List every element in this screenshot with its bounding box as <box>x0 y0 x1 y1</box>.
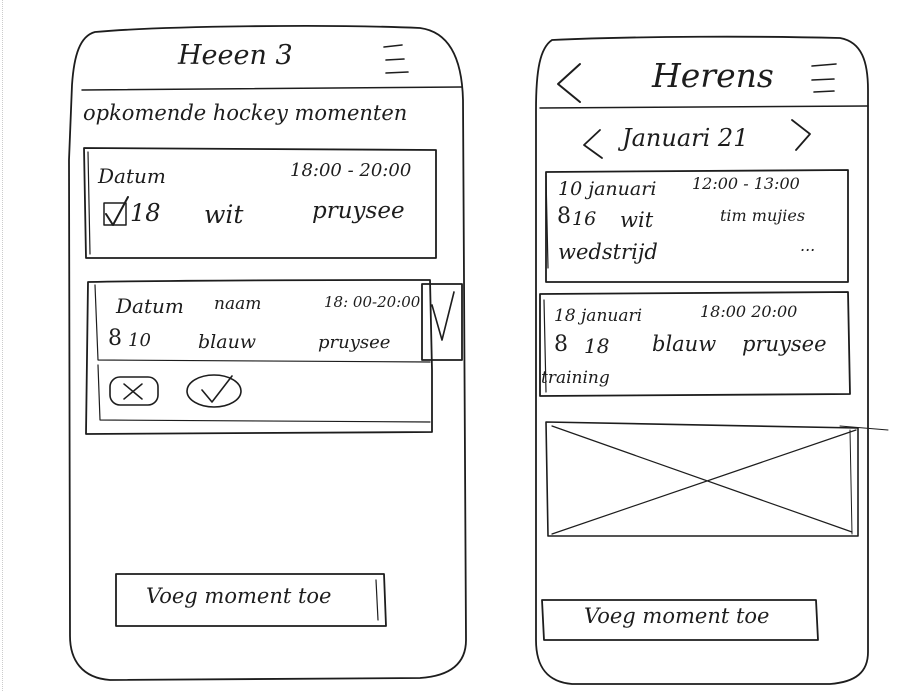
right-card-1-kind: wedstrijd <box>558 240 658 264</box>
left-section-title: opkomende hockey momenten <box>83 101 408 125</box>
right-card-1-more[interactable]: ... <box>800 236 815 255</box>
left-card-2-person-icon: 8 <box>108 326 122 351</box>
left-card-1-date: Datum <box>98 164 166 188</box>
left-card-2-name: naam <box>214 294 262 314</box>
right-header-title: Herens <box>652 56 774 95</box>
right-month-next-icon[interactable] <box>791 119 811 151</box>
left-card-2-confirm-icon[interactable] <box>421 283 463 361</box>
right-hamburger-menu-icon[interactable] <box>811 63 837 93</box>
left-checked-box-icon[interactable] <box>103 196 129 226</box>
right-card-2-kind: training <box>541 368 610 388</box>
right-card-2-time: 18:00 20:00 <box>700 302 798 321</box>
left-card-1-color: wit <box>204 200 244 229</box>
left-card-2-location: pruysee <box>318 332 391 353</box>
right-card-1-person-icon: 8 <box>557 204 571 229</box>
right-header-divider <box>539 105 869 109</box>
right-back-arrow-icon[interactable] <box>557 63 581 103</box>
left-card-2-color: blauw <box>198 331 257 353</box>
right-card-1-color: wit <box>620 208 654 232</box>
right-card-1-team: 16 <box>572 208 597 230</box>
right-card-1-name: tim mujies <box>720 206 806 225</box>
left-accept-button[interactable] <box>186 374 242 408</box>
left-card-2-time: 18: 00-20:00 <box>324 293 421 311</box>
left-card-1-location: pruysee <box>312 198 405 224</box>
left-card-2-team: 10 <box>128 330 151 351</box>
right-card-2-color: blauw <box>652 332 717 356</box>
left-card-1-time: 18:00 - 20:00 <box>290 160 412 181</box>
left-hamburger-menu-icon[interactable] <box>383 44 409 74</box>
left-card-1-team: 18 <box>130 199 161 227</box>
left-decline-button[interactable] <box>109 376 159 406</box>
right-add-moment-button-label[interactable]: Voeg moment toe <box>584 604 769 628</box>
right-month-prev-icon[interactable] <box>583 129 603 159</box>
left-header-title: Heeen 3 <box>178 40 293 71</box>
right-card-2-team: 18 <box>584 334 610 358</box>
right-month-label: Januari 21 <box>622 124 749 152</box>
left-card-2-date: Datum <box>116 294 184 318</box>
right-image-placeholder-icon <box>545 421 889 537</box>
right-card-2-location: pruysee <box>742 332 827 356</box>
left-header-divider <box>81 86 463 91</box>
left-add-moment-button-label[interactable]: Voeg moment toe <box>146 584 331 608</box>
right-card-1-time: 12:00 - 13:00 <box>692 174 800 193</box>
right-card-2-person-icon: 8 <box>554 332 568 357</box>
right-card-2-date: 18 januari <box>554 306 643 326</box>
right-card-1-date: 10 januari <box>558 178 657 200</box>
